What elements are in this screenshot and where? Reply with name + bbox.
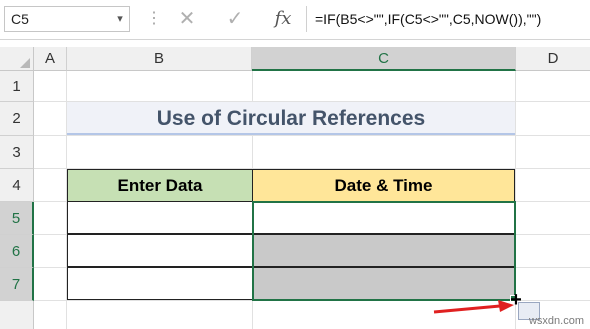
row-header-2[interactable]: 2 xyxy=(0,102,34,136)
row-header-3[interactable]: 3 xyxy=(0,136,34,169)
formula-buttons: ✕ ✓ fx xyxy=(168,6,302,32)
formula-bar-separator: ⋮ xyxy=(146,10,162,27)
table-cell-b5[interactable] xyxy=(67,201,253,234)
table-cell-b6[interactable] xyxy=(67,234,253,267)
pointer-arrow-icon xyxy=(433,300,514,314)
column-header-c[interactable]: C xyxy=(252,47,516,71)
table-header-date-time[interactable]: Date & Time xyxy=(252,169,515,202)
watermark: wsxdn.com xyxy=(528,315,584,327)
row-header-7[interactable]: 7 xyxy=(0,268,34,301)
sheet-title: Use of Circular References xyxy=(156,107,426,130)
column-header-b[interactable]: B xyxy=(67,47,252,71)
cancel-icon[interactable]: ✕ xyxy=(172,6,202,32)
table-cell-b7[interactable] xyxy=(67,267,253,300)
column-header-d[interactable]: D xyxy=(516,47,590,71)
column-header-a[interactable]: A xyxy=(34,47,67,71)
row-header-5[interactable]: 5 xyxy=(0,202,34,235)
formula-input[interactable]: =IF(B5<>"",IF(C5<>"",C5,NOW()),"") xyxy=(306,6,590,32)
table-header-enter-data[interactable]: Enter Data xyxy=(67,169,253,202)
row-header-6[interactable]: 6 xyxy=(0,235,34,268)
selection-range xyxy=(252,201,516,301)
chevron-down-icon[interactable]: ▾ xyxy=(112,6,128,32)
row-header-8[interactable] xyxy=(0,301,34,329)
fx-icon[interactable]: fx xyxy=(268,6,298,32)
select-all-triangle-icon xyxy=(20,58,30,68)
row-header-1[interactable]: 1 xyxy=(0,71,34,102)
row-header-4[interactable]: 4 xyxy=(0,169,34,202)
gridline xyxy=(34,135,590,136)
enter-icon[interactable]: ✓ xyxy=(220,6,250,32)
